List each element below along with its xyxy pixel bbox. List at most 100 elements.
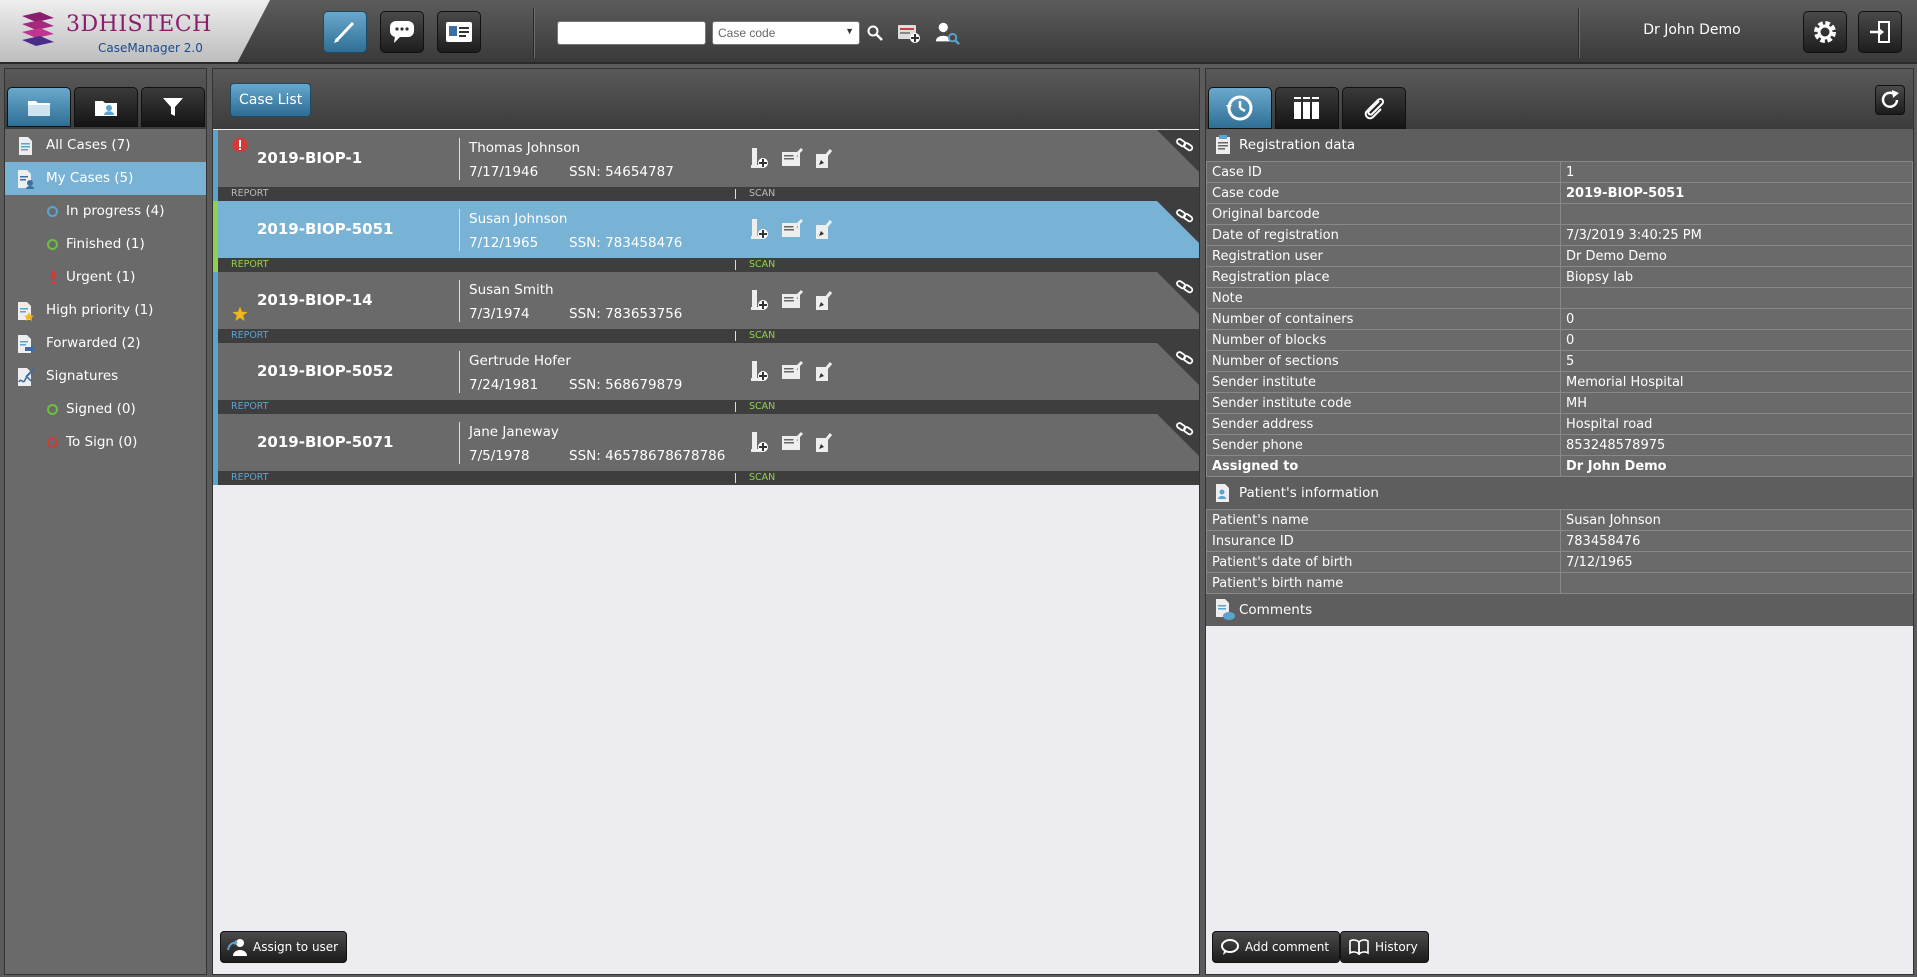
add-comment-label: Add comment <box>1245 940 1330 954</box>
case-list-panel: Case List 2019-BIOP-1 Thomas Johnson 7/1… <box>212 68 1200 975</box>
report-link[interactable]: REPORT <box>231 472 269 483</box>
add-slide-icon[interactable] <box>748 430 770 454</box>
table-row[interactable]: 2019-BIOP-1 Thomas Johnson 7/17/1946 SSN… <box>213 130 1199 201</box>
tab-history[interactable] <box>1208 87 1272 129</box>
consultation-button[interactable] <box>380 11 424 53</box>
edit-report-icon[interactable] <box>813 217 835 241</box>
finished-status-icon <box>47 239 58 250</box>
edit-report-icon[interactable] <box>813 288 835 312</box>
sidebar-item-label: Signed (0) <box>66 401 136 417</box>
scan-link[interactable]: SCAN <box>749 401 775 412</box>
field-label: Insurance ID <box>1206 530 1561 552</box>
sidebar-item-my-cases[interactable]: My Cases (5) <box>5 162 206 195</box>
in-progress-status-icon <box>47 206 58 217</box>
annotate-button[interactable] <box>323 11 367 53</box>
search-icon <box>867 25 883 41</box>
assign-to-user-button[interactable]: Assign to user <box>220 931 348 963</box>
scan-link[interactable]: SCAN <box>749 259 775 270</box>
tab-shared-cases[interactable] <box>74 87 138 127</box>
sidebar-item-to-sign[interactable]: To Sign (0) <box>5 426 206 459</box>
search-type-select[interactable]: Case code ▼ <box>712 21 860 45</box>
add-request-icon[interactable] <box>781 217 803 241</box>
history-button[interactable]: History <box>1340 931 1429 963</box>
report-link[interactable]: REPORT <box>231 330 269 341</box>
add-slide-icon[interactable] <box>748 217 770 241</box>
patient-document-icon <box>1216 484 1229 502</box>
sidebar-item-all-cases[interactable]: All Cases (7) <box>5 129 206 162</box>
table-row[interactable]: 2019-BIOP-5051 Susan Johnson 7/12/1965 S… <box>213 201 1199 272</box>
sidebar-item-signatures[interactable]: Signatures <box>5 360 206 393</box>
report-link[interactable]: REPORT <box>231 259 269 270</box>
patient-card-button[interactable] <box>437 11 481 53</box>
logout-button[interactable] <box>1858 11 1902 53</box>
exclamation-icon <box>51 271 55 284</box>
forward-document-icon <box>18 335 35 354</box>
patient-search-button[interactable] <box>934 20 960 46</box>
add-request-icon[interactable] <box>781 288 803 312</box>
sidebar-item-forwarded[interactable]: Forwarded (2) <box>5 327 206 360</box>
add-slide-icon[interactable] <box>748 288 770 312</box>
id-card-icon <box>446 22 472 42</box>
search-input[interactable] <box>557 21 706 45</box>
field-value: 5 <box>1560 350 1913 372</box>
edit-report-icon[interactable] <box>813 359 835 383</box>
add-slide-icon[interactable] <box>748 146 770 170</box>
table-row[interactable]: 2019-BIOP-14 Susan Smith 7/3/1974 SSN: 7… <box>213 272 1199 343</box>
sidebar-item-finished[interactable]: Finished (1) <box>5 228 206 261</box>
edit-report-icon[interactable] <box>813 146 835 170</box>
patient-dob: 7/24/1981 <box>469 377 539 393</box>
table-row[interactable]: 2019-BIOP-5052 Gertrude Hofer 7/24/1981 … <box>213 343 1199 414</box>
patient-name: Thomas Johnson <box>469 140 581 156</box>
table-row[interactable]: 2019-BIOP-5071 Jane Janeway 7/5/1978 SSN… <box>213 414 1199 485</box>
settings-button[interactable] <box>1803 11 1847 53</box>
table-row: Number of sections 5 <box>1206 350 1913 372</box>
refresh-button[interactable] <box>1875 85 1905 115</box>
search-button[interactable] <box>862 20 888 46</box>
case-list-button[interactable]: Case List <box>230 83 312 117</box>
link-icon[interactable] <box>1175 205 1195 225</box>
scan-link[interactable]: SCAN <box>749 472 775 483</box>
link-icon[interactable] <box>1175 276 1195 296</box>
patient-ssn: SSN: 568679879 <box>569 377 683 393</box>
new-case-button[interactable] <box>896 20 922 46</box>
field-value: Hospital road <box>1560 413 1913 435</box>
add-slide-icon[interactable] <box>748 359 770 383</box>
sidebar-item-high-priority[interactable]: High priority (1) <box>5 294 206 327</box>
sidebar-item-in-progress[interactable]: In progress (4) <box>5 195 206 228</box>
logo-mark-icon <box>22 12 54 46</box>
report-link[interactable]: REPORT <box>231 401 269 412</box>
link-icon[interactable] <box>1175 347 1195 367</box>
link-icon[interactable] <box>1175 418 1195 438</box>
add-request-icon[interactable] <box>781 146 803 170</box>
field-value <box>1560 572 1913 594</box>
comments-icon <box>1216 599 1235 620</box>
logo: 3DHISTECH CaseManager 2.0 <box>0 0 270 62</box>
case-row-main: 2019-BIOP-14 Susan Smith 7/3/1974 SSN: 7… <box>213 272 1199 329</box>
table-row: Case ID 1 <box>1206 161 1913 183</box>
sidebar-item-label: To Sign (0) <box>66 434 138 450</box>
tab-filter[interactable] <box>141 87 205 127</box>
tab-cases[interactable] <box>7 87 71 127</box>
case-id: 2019-BIOP-14 <box>257 291 373 309</box>
link-icon[interactable] <box>1175 134 1195 154</box>
scan-link[interactable]: SCAN <box>749 330 775 341</box>
scan-link[interactable]: SCAN <box>749 188 775 199</box>
add-request-icon[interactable] <box>781 430 803 454</box>
sidebar-item-urgent[interactable]: Urgent (1) <box>5 261 206 294</box>
report-link[interactable]: REPORT <box>231 188 269 199</box>
tab-slides[interactable] <box>1275 87 1339 129</box>
footer-divider <box>735 331 736 341</box>
case-id: 2019-BIOP-1 <box>257 149 363 167</box>
edit-report-icon[interactable] <box>813 430 835 454</box>
table-row: Sender institute Memorial Hospital <box>1206 371 1913 393</box>
sidebar-item-label: All Cases (7) <box>46 137 131 153</box>
sidebar-item-signed[interactable]: Signed (0) <box>5 393 206 426</box>
add-comment-button[interactable]: Add comment <box>1212 931 1341 963</box>
column-divider <box>459 351 460 393</box>
tab-attachments[interactable] <box>1342 87 1406 129</box>
patient-name: Jane Janeway <box>469 424 559 440</box>
sidebar-item-label: Finished (1) <box>66 236 145 252</box>
field-label: Sender institute <box>1206 371 1561 393</box>
add-request-icon[interactable] <box>781 359 803 383</box>
case-row-main: 2019-BIOP-5071 Jane Janeway 7/5/1978 SSN… <box>213 414 1199 471</box>
